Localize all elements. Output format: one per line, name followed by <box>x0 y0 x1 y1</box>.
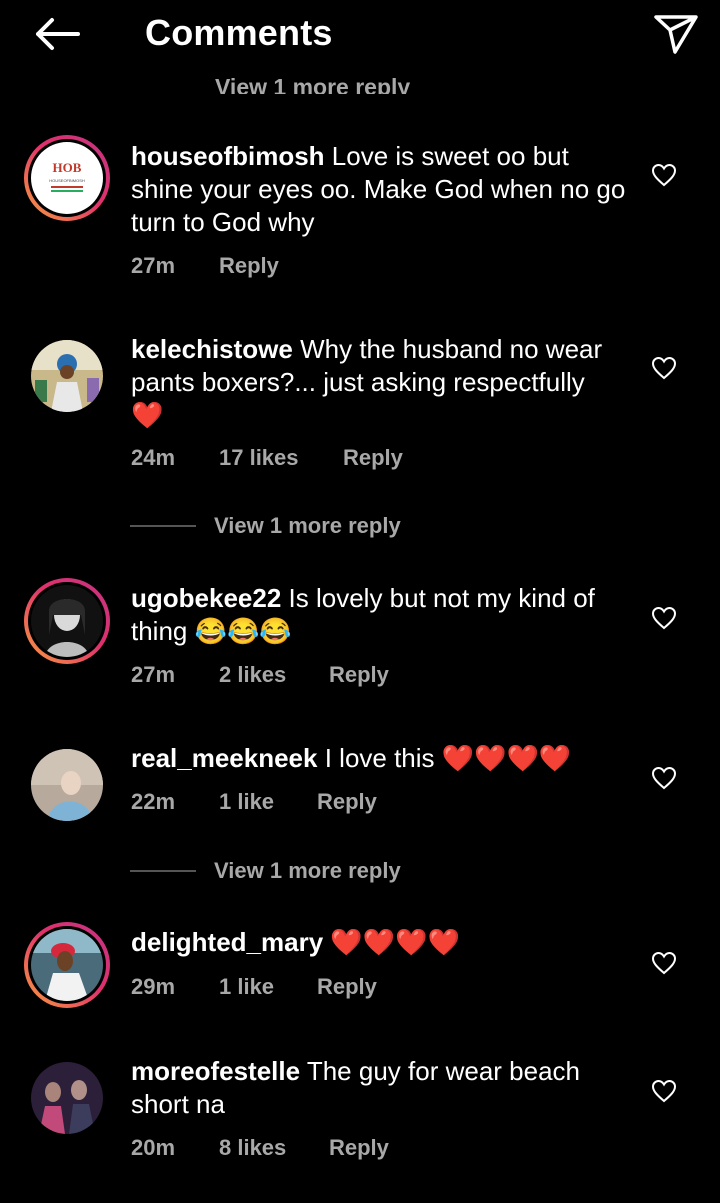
comment-username[interactable]: real_meekneek <box>131 743 317 773</box>
avatar-image <box>31 340 103 412</box>
comment-text: moreofestelle The guy for wear beach sho… <box>131 1055 631 1121</box>
laughing-emoji: 😂😂😂 <box>194 616 292 646</box>
like-button[interactable] <box>648 602 680 634</box>
reply-button[interactable]: Reply <box>219 253 279 279</box>
likes-count[interactable]: 2 likes <box>219 662 329 688</box>
comment-username[interactable]: ugobekee22 <box>131 583 281 613</box>
likes-count[interactable]: 17 likes <box>219 445 343 471</box>
view-more-replies[interactable]: View 1 more reply <box>130 513 401 539</box>
comment-body: I love this <box>324 743 435 773</box>
heart-outline-icon <box>651 606 677 630</box>
avatar-image <box>31 1062 103 1134</box>
avatar[interactable] <box>24 1055 110 1141</box>
avatar[interactable]: HOB HOUSEOFBIMOSH <box>24 135 110 221</box>
reply-button[interactable]: Reply <box>317 974 377 1000</box>
comment-username[interactable]: houseofbimosh <box>131 141 325 171</box>
comment-meta: 27m 2 likes Reply <box>131 662 389 688</box>
heart-emoji: ❤️ <box>131 400 164 430</box>
comment-text: ugobekee22 Is lovely but not my kind of … <box>131 582 631 648</box>
comment-meta: 27m Reply <box>131 253 279 279</box>
share-button[interactable] <box>648 8 704 60</box>
page-title: Comments <box>145 12 333 53</box>
comment-time: 22m <box>131 789 176 814</box>
svg-text:HOUSEOFBIMOSH: HOUSEOFBIMOSH <box>49 178 85 183</box>
comment-text: delighted_mary ❤️❤️❤️❤️ <box>131 926 631 959</box>
view-more-replies[interactable]: View 1 more reply <box>130 858 401 884</box>
comment-time: 29m <box>131 974 176 999</box>
comment-username[interactable]: moreofestelle <box>131 1056 300 1086</box>
reply-button[interactable]: Reply <box>329 662 389 688</box>
reply-button[interactable]: Reply <box>317 789 377 815</box>
paper-plane-icon <box>654 15 698 54</box>
heart-outline-icon <box>651 1079 677 1103</box>
likes-count[interactable]: 1 like <box>219 789 317 815</box>
divider-line <box>130 525 196 527</box>
reply-button[interactable]: Reply <box>329 1135 389 1161</box>
like-button[interactable] <box>648 159 680 191</box>
back-button[interactable] <box>28 10 84 58</box>
heart-outline-icon <box>651 951 677 975</box>
like-button[interactable] <box>648 352 680 384</box>
avatar[interactable] <box>24 742 110 828</box>
like-button[interactable] <box>648 947 680 979</box>
comment-username[interactable]: kelechistowe <box>131 334 293 364</box>
likes-count[interactable]: 1 like <box>219 974 317 1000</box>
arrow-left-icon <box>36 18 80 50</box>
comment-meta: 24m 17 likes Reply <box>131 445 403 471</box>
header-bar: Comments <box>0 0 720 72</box>
comment-meta: 29m 1 like Reply <box>131 974 377 1000</box>
like-button[interactable] <box>648 762 680 794</box>
comment-username[interactable]: delighted_mary <box>131 927 323 957</box>
heart-outline-icon <box>651 766 677 790</box>
comment-time: 20m <box>131 1135 176 1160</box>
comment-text: real_meekneek I love this ❤️❤️❤️❤️ <box>131 742 631 775</box>
heart-emoji: ❤️❤️❤️❤️ <box>441 743 572 773</box>
heart-outline-icon <box>651 356 677 380</box>
comment-time: 24m <box>131 445 176 470</box>
likes-count[interactable]: 8 likes <box>219 1135 329 1161</box>
comment-text: houseofbimosh Love is sweet oo but shine… <box>131 140 631 239</box>
like-button[interactable] <box>648 1075 680 1107</box>
avatar-image <box>31 929 103 1001</box>
comment-time: 27m <box>131 662 176 687</box>
reply-button[interactable]: Reply <box>343 445 403 471</box>
heart-emoji: ❤️❤️❤️❤️ <box>330 927 460 957</box>
avatar-image: HOB HOUSEOFBIMOSH <box>31 142 103 214</box>
avatar[interactable] <box>24 578 110 664</box>
comment-meta: 22m 1 like Reply <box>131 789 377 815</box>
comment-meta: 20m 8 likes Reply <box>131 1135 389 1161</box>
divider-line <box>130 870 196 872</box>
comment-text: kelechistowe Why the husband no wear pan… <box>131 333 631 432</box>
avatar[interactable] <box>24 922 110 1008</box>
heart-outline-icon <box>651 163 677 187</box>
avatar-image <box>31 749 103 821</box>
avatar-image <box>31 585 103 657</box>
avatar[interactable] <box>24 333 110 419</box>
svg-text:HOB: HOB <box>53 160 82 175</box>
comment-time: 27m <box>131 253 176 278</box>
